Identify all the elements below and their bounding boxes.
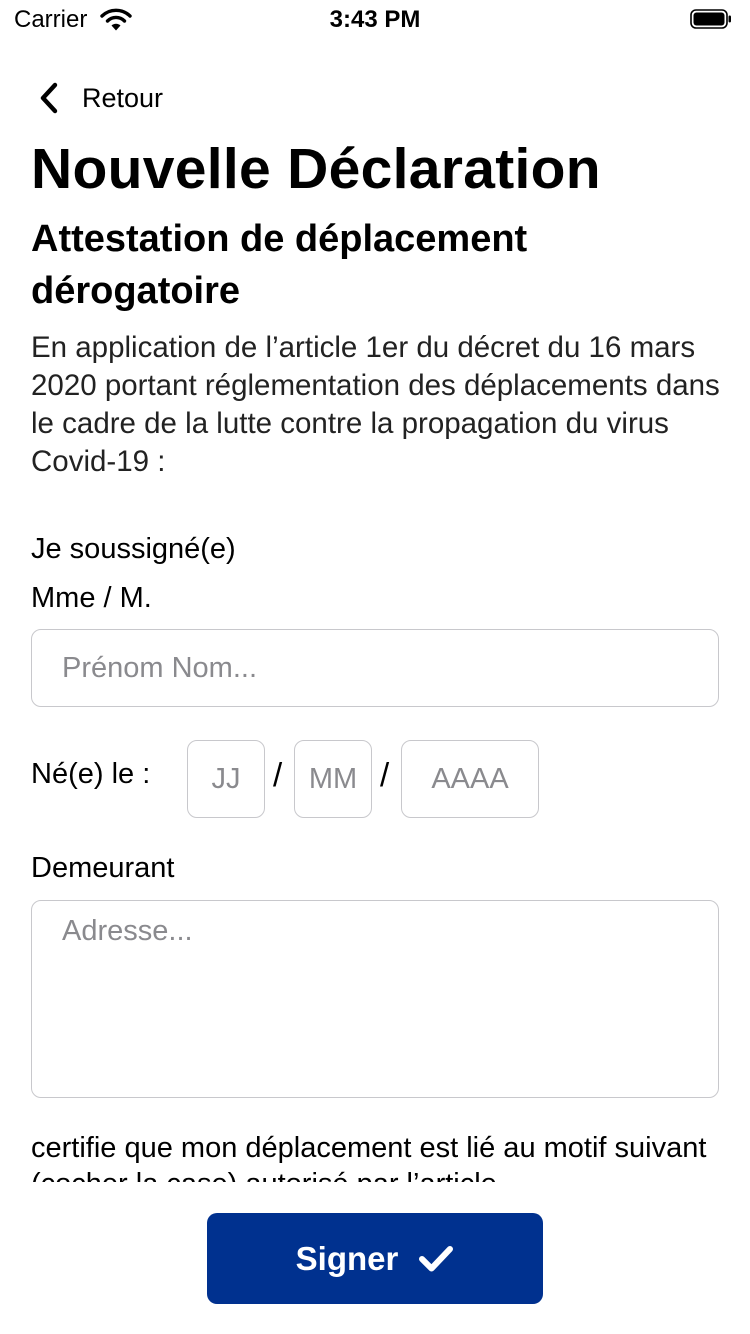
certifie-text: certifie que mon déplacement est lié au … <box>31 1132 707 1182</box>
page-title: Nouvelle Déclaration <box>31 137 601 201</box>
date-separator: / <box>273 756 283 793</box>
checkmark-icon <box>419 1245 454 1271</box>
date-separator: / <box>380 756 390 793</box>
civility-label: Mme / M. <box>31 582 152 614</box>
name-input[interactable] <box>31 629 719 707</box>
clock: 3:43 PM <box>329 6 421 33</box>
back-button[interactable]: Retour <box>36 78 163 118</box>
birth-date-label: Né(e) le : <box>31 758 151 790</box>
birth-day-input[interactable] <box>187 740 265 818</box>
soussigne-label: Je soussigné(e) <box>31 533 236 565</box>
birth-year-input[interactable] <box>401 740 539 818</box>
sign-button-label: Signer <box>295 1239 399 1277</box>
battery-icon <box>690 9 731 29</box>
chevron-left-icon <box>40 82 58 114</box>
birth-month-input[interactable] <box>294 740 372 818</box>
back-label: Retour <box>82 82 164 113</box>
address-label: Demeurant <box>31 852 175 884</box>
page-subtitle: Attestation de déplacement dérogatoire <box>31 218 528 312</box>
certifie-container: certifie que mon déplacement est lié au … <box>31 1130 731 1182</box>
intro-paragraph: En application de l’article 1er du décre… <box>31 331 720 478</box>
address-textarea[interactable] <box>31 900 719 1098</box>
sign-button[interactable]: Signer <box>207 1213 543 1304</box>
status-bar: Carrier 3:43 PM <box>0 0 750 40</box>
